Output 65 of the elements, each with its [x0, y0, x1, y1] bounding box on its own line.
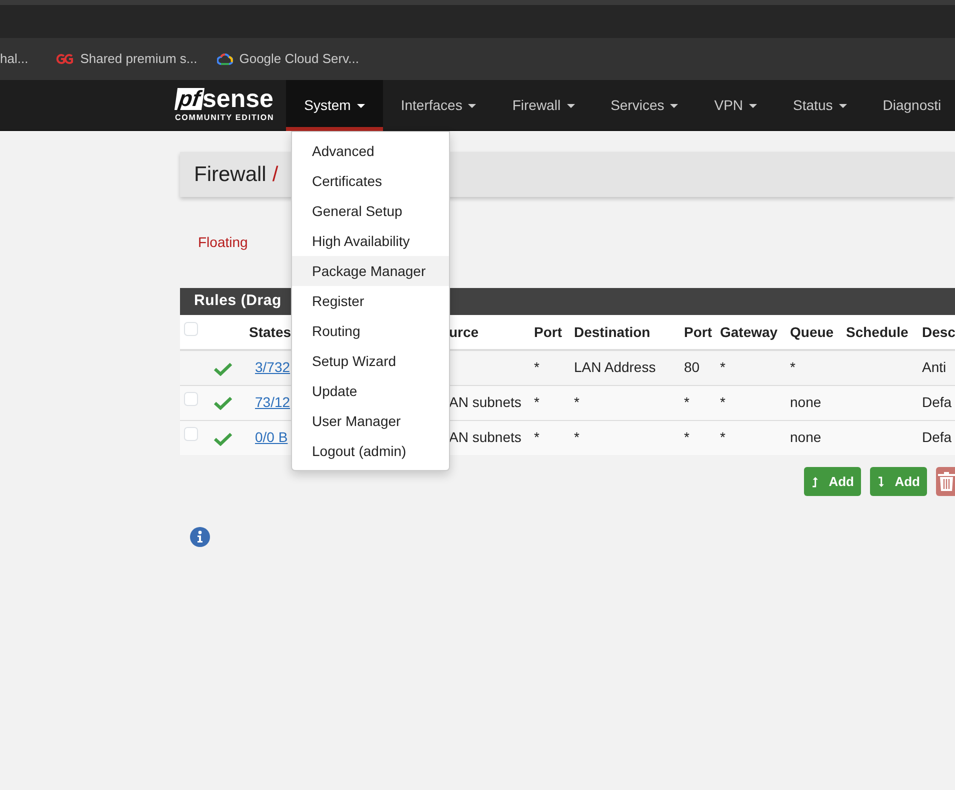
column-header: States	[249, 324, 292, 340]
logo[interactable]: pfsense COMMUNITY EDITION	[175, 80, 274, 131]
bookmark-icon	[56, 53, 74, 65]
nav-menu-item[interactable]: Interfaces	[382, 80, 494, 131]
table-cell: Defa	[922, 394, 952, 410]
table-cell: AN subnets	[449, 429, 522, 446]
dropdown-item[interactable]: High Availability	[292, 226, 449, 256]
dropdown-item[interactable]: Register	[292, 286, 449, 316]
column-header: Port	[684, 324, 712, 340]
table-cell: *	[574, 394, 580, 410]
table-cell: *	[534, 394, 540, 410]
column-header: Desc	[922, 324, 955, 340]
column-header: Destination	[574, 324, 650, 340]
checkbox[interactable]	[184, 392, 198, 406]
nav-menu-item[interactable]: Status	[775, 80, 865, 131]
column-header: Schedule	[846, 324, 908, 340]
table-cell: *	[574, 429, 580, 446]
table-cell: none	[790, 394, 822, 410]
table-cell: Anti	[922, 359, 946, 376]
dropdown-item[interactable]: Logout (admin)	[292, 436, 449, 466]
add-button[interactable]: Add	[804, 467, 861, 496]
cloud-icon	[217, 53, 234, 65]
column-header: Gateway	[720, 324, 778, 340]
table-cell: 80	[684, 359, 700, 376]
checkbox[interactable]	[184, 322, 198, 336]
dropdown-item[interactable]: Advanced	[292, 136, 449, 166]
trash-icon	[938, 472, 955, 491]
table-cell: Defa	[922, 429, 952, 446]
dropdown-item[interactable]: Package Manager	[292, 256, 449, 286]
table-cell: *	[720, 359, 726, 376]
checkbox[interactable]	[184, 427, 198, 442]
dropdown-item[interactable]: User Manager	[292, 406, 449, 436]
nav-menu-item[interactable]: Firewall	[494, 80, 593, 131]
table-cell: *	[684, 429, 690, 446]
delete-button[interactable]	[936, 467, 955, 496]
column-header: urce	[449, 324, 479, 340]
nav-menu-item[interactable]: Services	[592, 80, 696, 131]
table-cell: *	[790, 359, 796, 376]
dropdown-item[interactable]: Setup Wizard	[292, 346, 449, 376]
table-cell: none	[790, 429, 822, 446]
table-cell: *	[684, 394, 690, 410]
table-cell: *	[534, 359, 540, 376]
panel-title: Rules (Drag	[194, 291, 282, 312]
nav-menu-item[interactable]: System	[286, 80, 383, 131]
add-button[interactable]: Add	[870, 467, 927, 496]
table-cell: AN subnets	[449, 394, 522, 410]
bookmark-link[interactable]: hal...	[0, 49, 28, 69]
dropdown-item[interactable]: Routing	[292, 316, 449, 346]
table-cell: *	[534, 429, 540, 446]
table-cell: *	[720, 394, 726, 410]
column-header: Port	[534, 324, 562, 340]
nav-menu-item[interactable]: Diagnosti	[864, 80, 955, 131]
tab[interactable]: Floating	[198, 232, 248, 253]
info-icon[interactable]	[190, 527, 210, 548]
dropdown-item[interactable]: Certificates	[292, 166, 449, 196]
dropdown-item[interactable]: Update	[292, 376, 449, 406]
table-cell: *	[720, 429, 726, 446]
column-header: Queue	[790, 324, 834, 340]
nav-menu-item[interactable]: VPN	[696, 80, 776, 131]
breadcrumb-separator: /	[272, 162, 278, 188]
table-cell: LAN Address	[574, 359, 656, 376]
breadcrumb-link[interactable]: Firewall	[194, 158, 266, 190]
bookmark-link[interactable]: Google Cloud Serv...	[239, 49, 359, 69]
dropdown-item[interactable]: General Setup	[292, 196, 449, 226]
bookmark-link[interactable]: Shared premium s...	[80, 49, 198, 69]
